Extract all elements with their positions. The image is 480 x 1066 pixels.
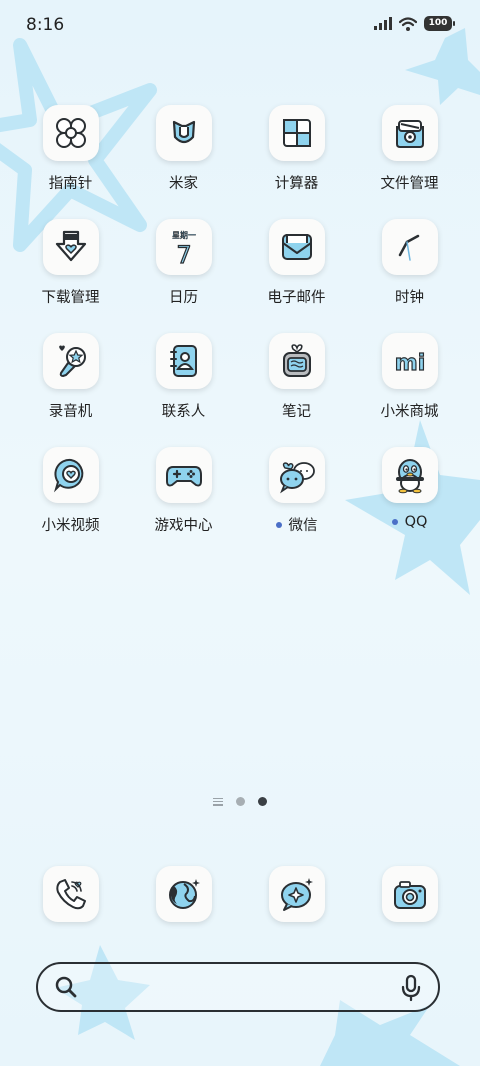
wechat-icon	[279, 462, 315, 494]
app-file-manager[interactable]: 文件管理	[353, 105, 466, 193]
app-label: 下载管理	[41, 290, 100, 306]
status-time: 8:16	[26, 15, 65, 35]
app-game-center[interactable]: 游戏中心	[127, 447, 240, 535]
app-clock[interactable]: 时钟	[353, 219, 466, 307]
app-mi-video[interactable]: 小米视频	[14, 447, 127, 535]
battery-icon: 100	[424, 16, 455, 31]
clock-icon	[398, 234, 419, 261]
phone-icon	[55, 879, 86, 910]
app-recorder[interactable]: 录音机	[14, 333, 127, 421]
search-bar[interactable]	[36, 962, 440, 1012]
app-label: 计算器	[274, 176, 319, 192]
recorder-icon	[58, 345, 86, 377]
dock-browser[interactable]	[127, 866, 240, 922]
dock	[0, 866, 480, 922]
app-email[interactable]: 电子邮件	[240, 219, 353, 307]
app-label: 日历	[169, 290, 198, 306]
calculator-icon	[282, 119, 311, 147]
search-input[interactable]	[92, 974, 382, 1002]
app-download-manager[interactable]: 下载管理	[14, 219, 127, 307]
dock-phone[interactable]	[14, 866, 127, 922]
notification-dot	[275, 521, 282, 528]
browser-globe-icon	[168, 879, 200, 909]
microphone-icon[interactable]	[400, 974, 422, 1002]
app-wechat[interactable]: 微信	[240, 447, 353, 535]
compass-icon	[55, 118, 86, 148]
calendar-day: 7	[176, 241, 191, 267]
mi-logo-text: mi	[394, 351, 424, 376]
app-label: 小米商城	[380, 404, 439, 420]
app-label: 联系人	[161, 404, 206, 420]
page-indicator-menu[interactable]	[213, 797, 223, 806]
app-label: 电子邮件	[267, 290, 326, 306]
app-label: 笔记	[282, 404, 311, 420]
messages-icon	[280, 878, 313, 911]
search-icon[interactable]	[54, 975, 78, 999]
page-dot-2-active[interactable]	[258, 797, 267, 806]
app-calculator[interactable]: 计算器	[240, 105, 353, 193]
dock-camera[interactable]	[353, 866, 466, 922]
app-grid: 指南针 米家 计算器 文件管理 下载管理 星期一 7 日历 电子邮件 时钟 录音…	[0, 105, 480, 535]
contacts-icon	[169, 345, 197, 377]
app-label: 指南针	[48, 176, 93, 192]
calendar-weekday: 星期一	[172, 231, 196, 240]
app-label: 小米视频	[41, 518, 100, 534]
app-label: 文件管理	[380, 176, 439, 192]
app-calendar[interactable]: 星期一 7 日历	[127, 219, 240, 307]
app-label: 微信	[288, 518, 318, 534]
file-manager-icon	[395, 120, 424, 148]
mi-store-icon: mi	[394, 350, 426, 376]
app-label: QQ	[404, 514, 428, 530]
page-dot-1[interactable]	[236, 797, 245, 806]
app-qq[interactable]: QQ	[353, 447, 466, 535]
app-label: 时钟	[395, 290, 424, 306]
app-mi-store[interactable]: mi 小米商城	[353, 333, 466, 421]
calendar-icon: 星期一 7	[171, 231, 196, 267]
app-contacts[interactable]: 联系人	[127, 333, 240, 421]
notes-icon	[282, 344, 311, 377]
app-label: 录音机	[48, 404, 93, 420]
mijia-icon	[172, 120, 195, 144]
app-label: 游戏中心	[154, 518, 213, 534]
camera-icon	[393, 881, 426, 909]
app-label: 米家	[169, 176, 198, 192]
wifi-icon	[399, 16, 417, 31]
status-bar: 8:16 100	[0, 0, 480, 50]
email-icon	[281, 234, 312, 260]
app-compass[interactable]: 指南针	[14, 105, 127, 193]
notification-dot	[391, 519, 398, 525]
status-icons: 100	[374, 16, 455, 31]
page-indicator[interactable]	[0, 797, 480, 806]
download-icon	[55, 230, 86, 262]
app-notes[interactable]: 笔记	[240, 333, 353, 421]
gamepad-icon	[165, 466, 202, 487]
video-icon	[53, 458, 83, 493]
qq-penguin-icon	[395, 459, 424, 494]
app-mijia[interactable]: 米家	[127, 105, 240, 193]
dock-messages[interactable]	[240, 866, 353, 922]
signal-icon	[374, 17, 392, 30]
